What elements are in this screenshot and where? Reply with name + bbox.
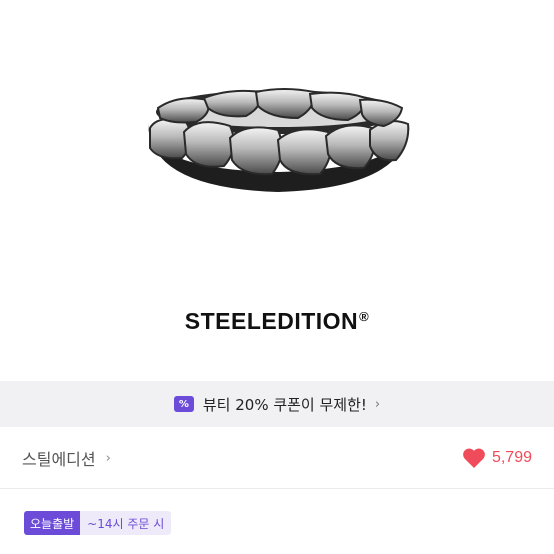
like-count: 5,799 bbox=[491, 449, 532, 466]
store-row: 스틸에디션 › 5,799 bbox=[0, 428, 554, 488]
today-shipping-badge: 오늘출발 bbox=[24, 511, 81, 535]
product-image[interactable]: STEELEDITION® bbox=[0, 0, 554, 380]
chevron-right-icon: › bbox=[105, 450, 111, 466]
coupon-icon: % bbox=[173, 396, 194, 412]
brand-logo-text: STEELEDITION bbox=[184, 308, 359, 334]
brand-logo: STEELEDITION® bbox=[0, 308, 554, 335]
delivery-badge: 오늘출발 ~14시 주문 시 bbox=[24, 511, 172, 535]
chevron-right-icon: › bbox=[374, 396, 381, 412]
registered-mark: ® bbox=[359, 309, 370, 324]
like-button[interactable]: 5,799 bbox=[462, 447, 532, 469]
coupon-banner[interactable]: % 뷰티 20% 쿠폰이 무제한! › bbox=[0, 381, 554, 427]
shipping-cutoff-label: ~14시 주문 시 bbox=[80, 511, 172, 535]
divider bbox=[0, 488, 554, 489]
store-name-link[interactable]: 스틸에디션 bbox=[22, 446, 96, 470]
ring-icon bbox=[148, 88, 410, 192]
heart-icon bbox=[463, 448, 485, 468]
coupon-text: 뷰티 20% 쿠폰이 무제한! bbox=[202, 395, 367, 414]
